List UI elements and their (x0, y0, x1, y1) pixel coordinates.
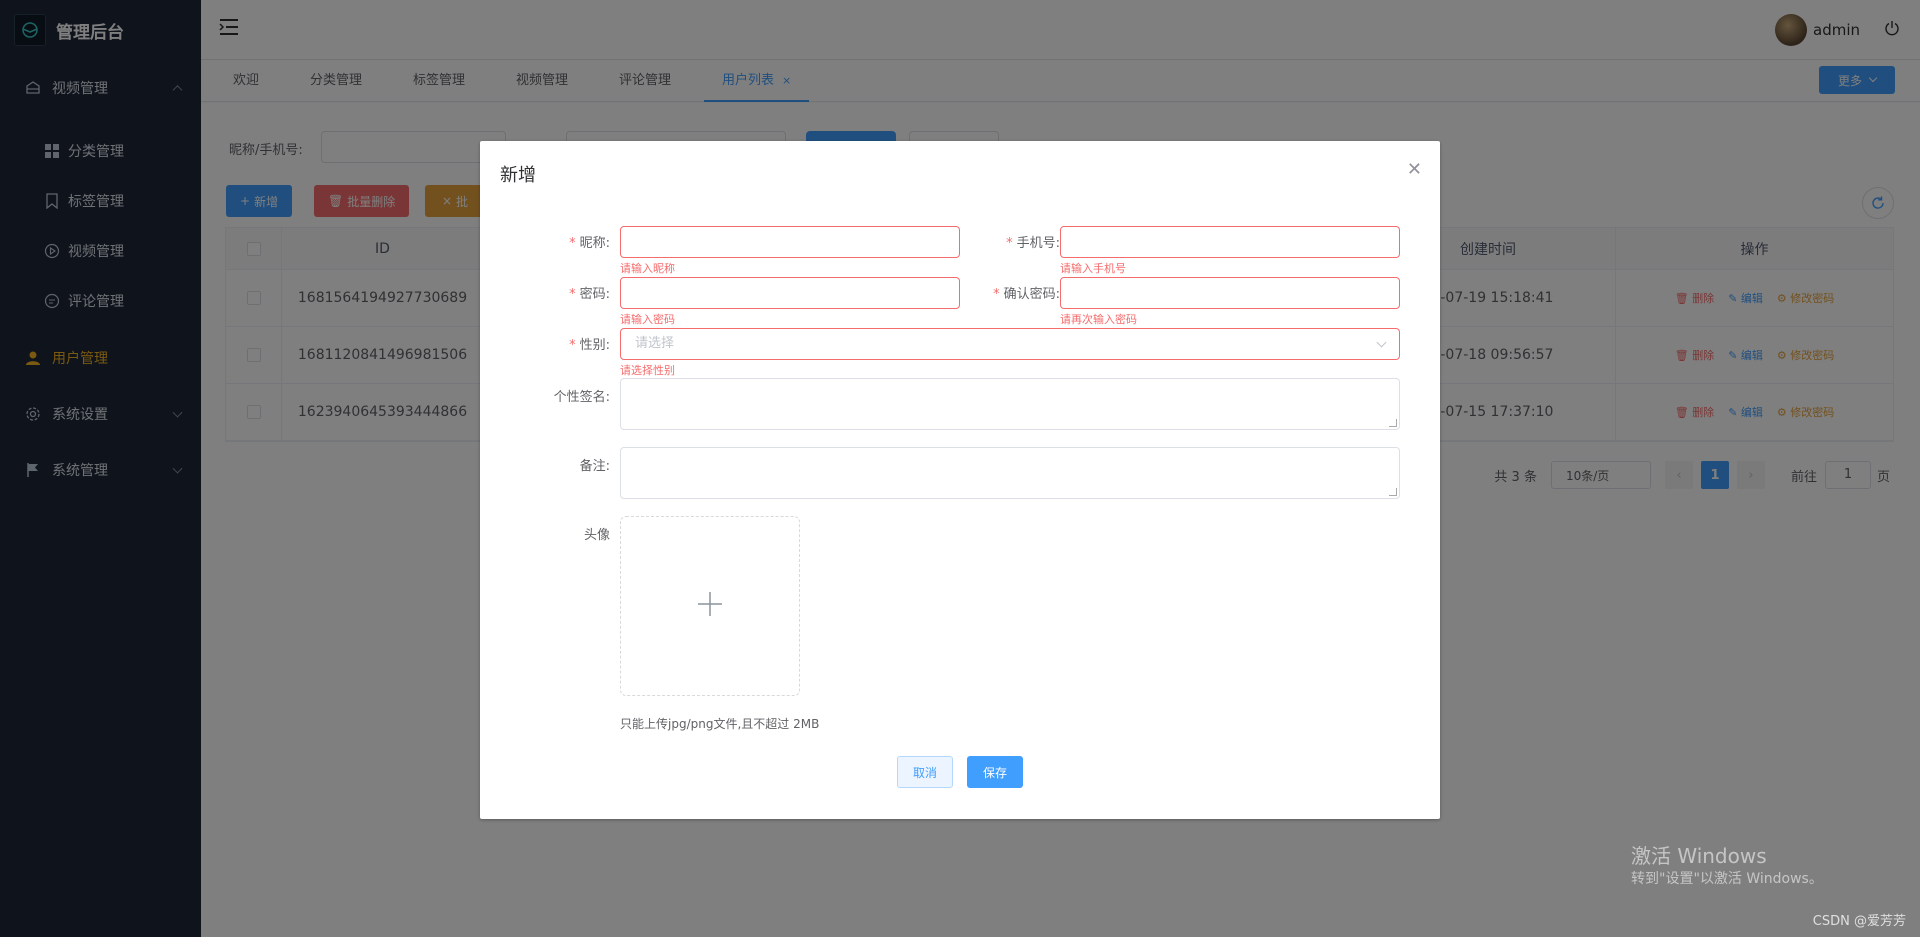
required-mark: * (569, 236, 576, 251)
signature-label: 个性签名: (553, 390, 610, 405)
gender-error: 请选择性别 (620, 364, 675, 377)
nickname-label: * 昵称: (500, 232, 610, 251)
avatar-label: 头像 (583, 528, 610, 543)
nickname-error: 请输入昵称 (620, 262, 675, 275)
remark-label: 备注: (579, 459, 610, 474)
phone-label: * 手机号: (970, 232, 1060, 251)
windows-activation-hint: 转到"设置"以激活 Windows。 (1631, 871, 1823, 887)
required-mark: * (569, 287, 576, 302)
gender-label: * 性别: (500, 334, 610, 353)
gender-placeholder: 请选择 (635, 336, 675, 351)
signature-textarea[interactable] (620, 378, 1400, 430)
phone-error: 请输入手机号 (1060, 262, 1126, 275)
nickname-label-text: 昵称: (579, 236, 610, 251)
required-mark: * (1006, 236, 1013, 251)
dialog-title: 新增 (500, 165, 536, 186)
confirm-password-input[interactable] (1060, 277, 1400, 309)
phone-label-text: 手机号: (1016, 236, 1060, 251)
phone-input[interactable] (1060, 226, 1400, 258)
gender-select[interactable]: 请选择 (620, 328, 1400, 360)
credit-text: CSDN @爱芳芳 (1812, 914, 1906, 929)
password-error: 请输入密码 (620, 313, 675, 326)
password-label: * 密码: (500, 283, 610, 302)
confirm-password-error: 请再次输入密码 (1060, 313, 1137, 326)
password-label-text: 密码: (579, 287, 610, 302)
plus-icon (696, 590, 724, 622)
save-button[interactable]: 保存 (967, 756, 1023, 788)
required-mark: * (993, 287, 1000, 302)
upload-tip: 只能上传jpg/png文件,且不超过 2MB (620, 717, 820, 731)
add-user-dialog: 新增 ✕ * 昵称: 请输入昵称 * 手机号: 请输入手机号 * 密码: 请输入密码 … (480, 141, 1440, 819)
avatar-upload[interactable] (620, 516, 800, 696)
resize-handle-icon[interactable] (1389, 419, 1397, 427)
windows-activation-title: 激活 Windows (1631, 844, 1767, 868)
gender-label-text: 性别: (579, 338, 610, 353)
confirm-password-label: * 确认密码: (960, 283, 1060, 302)
cancel-button[interactable]: 取消 (897, 756, 953, 788)
close-icon[interactable]: ✕ (1407, 159, 1422, 180)
chevron-down-icon (1376, 337, 1387, 348)
confirm-password-label-text: 确认密码: (1003, 287, 1060, 302)
resize-handle-icon[interactable] (1389, 488, 1397, 496)
password-input[interactable] (620, 277, 960, 309)
required-mark: * (569, 338, 576, 353)
remark-textarea[interactable] (620, 447, 1400, 499)
nickname-input[interactable] (620, 226, 960, 258)
